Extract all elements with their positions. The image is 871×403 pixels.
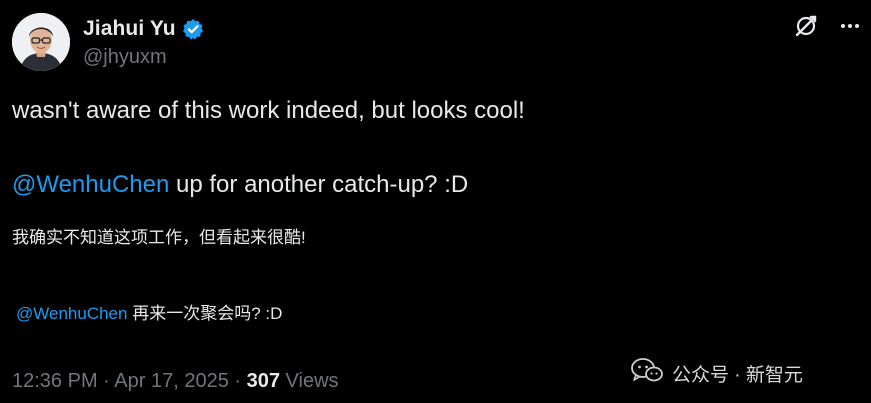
tweet-text-line1: wasn't aware of this work indeed, but lo… bbox=[12, 97, 525, 124]
mention-link[interactable]: @WenhuChen bbox=[12, 171, 169, 198]
translation-mention-link[interactable]: @WenhuChen bbox=[16, 304, 127, 323]
watermark-text: 公众号 · 新智元 bbox=[672, 364, 803, 386]
wechat-icon bbox=[630, 356, 664, 390]
tweet-date[interactable]: Apr 17, 2025 bbox=[114, 370, 229, 392]
meta-separator: · bbox=[97, 370, 115, 392]
verified-badge-icon bbox=[182, 18, 204, 40]
grok-icon bbox=[793, 13, 819, 44]
tweet-text-line2-rest: up for another catch-up? :D bbox=[169, 171, 469, 198]
grok-button[interactable] bbox=[790, 12, 822, 44]
tweet-time[interactable]: 12:36 PM bbox=[12, 370, 98, 392]
avatar-image bbox=[12, 13, 70, 71]
author-handle[interactable]: @jhyuxm bbox=[83, 46, 167, 69]
tweet-meta: 12:36 PM · Apr 17, 2025 · 307 Views bbox=[12, 370, 339, 393]
tweet-text-line2: @WenhuChen up for another catch-up? :D bbox=[12, 171, 468, 199]
display-name[interactable]: Jiahui Yu bbox=[83, 17, 176, 41]
translation-line2-rest: 再来一次聚会吗? :D bbox=[127, 304, 283, 323]
translation-line1: 我确实不知道这项工作，但看起来很酷! bbox=[12, 228, 306, 247]
more-icon bbox=[838, 14, 862, 43]
watermark: 公众号 · 新智元 bbox=[630, 356, 803, 390]
more-options-button[interactable] bbox=[834, 12, 866, 44]
author-name-row[interactable]: Jiahui Yu bbox=[83, 15, 204, 43]
views-count: 307 bbox=[246, 370, 280, 392]
translation-line2: @WenhuChen 再来一次聚会吗? :D bbox=[16, 299, 282, 324]
meta-separator: · bbox=[228, 370, 247, 392]
avatar[interactable] bbox=[12, 13, 70, 71]
views-label: Views bbox=[279, 370, 339, 392]
